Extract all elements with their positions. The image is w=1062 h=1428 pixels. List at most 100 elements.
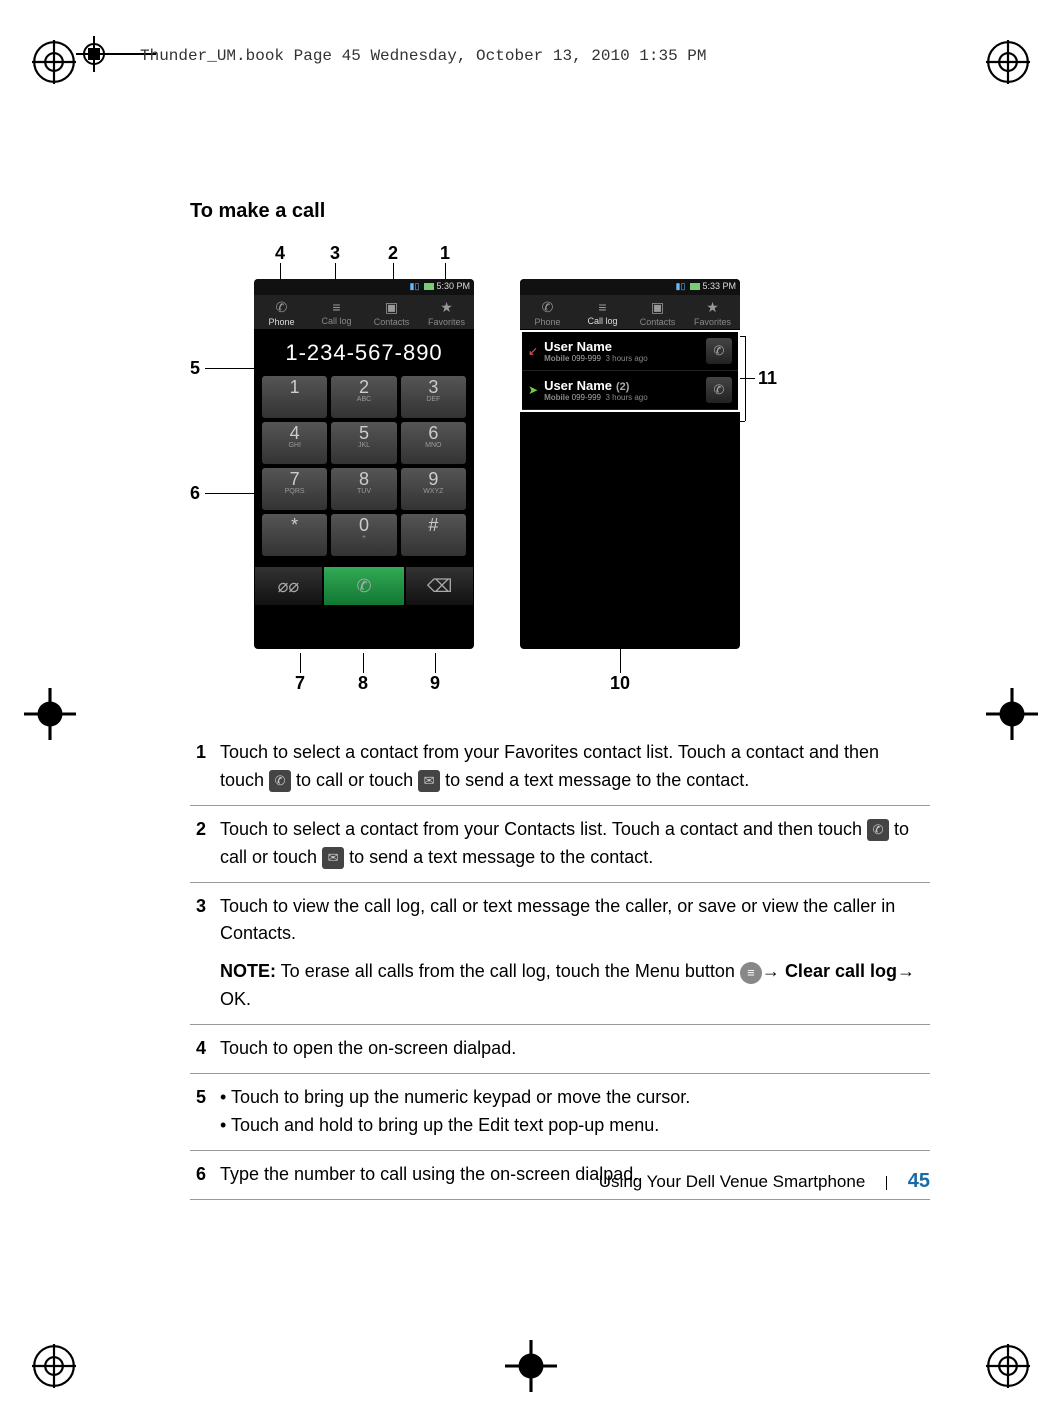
tab-label: Call log — [587, 316, 617, 326]
time-ago: 3 hours ago — [605, 354, 647, 363]
registration-mark — [32, 1344, 76, 1388]
step-number: 3 — [190, 882, 220, 1025]
footer-separator — [886, 1176, 887, 1190]
crop-mark — [24, 688, 76, 740]
star-icon: ★ — [685, 299, 740, 316]
tab-label: Favorites — [428, 317, 465, 327]
time-ago: 3 hours ago — [605, 393, 647, 402]
tab-favorites[interactable]: ★Favorites — [685, 295, 740, 329]
contact-name: User Name — [544, 378, 612, 393]
tab-phone[interactable]: ✆Phone — [520, 295, 575, 329]
callout-7: 7 — [295, 673, 305, 694]
tab-favorites[interactable]: ★Favorites — [419, 295, 474, 329]
call-count: (2) — [616, 381, 629, 393]
callout-8: 8 — [358, 673, 368, 694]
phone-icon: ✆ — [356, 576, 371, 597]
contacts-icon: ▣ — [630, 299, 685, 316]
callout-5: 5 — [190, 358, 200, 379]
backspace-button[interactable]: ⌫ — [405, 566, 474, 606]
phone-icon: ✆ — [254, 299, 309, 316]
list-icon: ≡ — [309, 299, 364, 315]
menu-button-icon: ≡ — [740, 962, 762, 984]
tab-contacts[interactable]: ▣Contacts — [364, 295, 419, 329]
step-text: Touch to select a contact from your Cont… — [220, 805, 930, 882]
voicemail-button[interactable]: ⌀⌀ — [254, 566, 323, 606]
step-number: 1 — [190, 729, 220, 805]
tab-contacts[interactable]: ▣Contacts — [630, 295, 685, 329]
message-icon: ✉ — [322, 847, 344, 869]
phone-icon: ✆ — [867, 819, 889, 841]
key-5[interactable]: 5JKL — [331, 422, 396, 464]
dialed-number[interactable]: 1-234-567-890 — [254, 330, 474, 376]
battery-icon — [690, 283, 700, 290]
note-label: NOTE: — [220, 961, 276, 981]
backspace-icon: ⌫ — [427, 576, 452, 597]
call-action-button[interactable]: ✆ — [706, 377, 732, 403]
tab-calllog[interactable]: ≡Call log — [575, 295, 630, 329]
key-2[interactable]: 2ABC — [331, 376, 396, 418]
number: 099-999 — [572, 354, 601, 363]
key-hash[interactable]: # — [401, 514, 466, 556]
tab-calllog[interactable]: ≡Call log — [309, 295, 364, 329]
tab-label: Phone — [534, 317, 560, 327]
step-number: 2 — [190, 805, 220, 882]
key-3[interactable]: 3DEF — [401, 376, 466, 418]
footer-text: Using Your Dell Venue Smartphone — [599, 1172, 866, 1191]
voicemail-icon: ⌀⌀ — [278, 576, 300, 597]
page-footer: Using Your Dell Venue Smartphone 45 — [190, 1170, 930, 1193]
callout-4: 4 — [275, 243, 285, 264]
dialpad-actions: ⌀⌀ ✆ ⌫ — [254, 566, 474, 606]
contacts-icon: ▣ — [364, 299, 419, 316]
signal-icon: ▮▯ — [410, 281, 420, 291]
callout-2: 2 — [388, 243, 398, 264]
table-row: 2 Touch to select a contact from your Co… — [190, 805, 930, 882]
callout-9: 9 — [430, 673, 440, 694]
table-row: 4 Touch to open the on-screen dialpad. — [190, 1025, 930, 1074]
step-text: Touch to bring up the numeric keypad or … — [220, 1074, 930, 1151]
battery-icon — [424, 283, 434, 290]
phone-icon: ✆ — [714, 343, 725, 359]
list-item: Touch to bring up the numeric keypad or … — [220, 1084, 922, 1112]
list-item: Touch and hold to bring up the Edit text… — [220, 1112, 922, 1140]
tab-label: Phone — [268, 317, 294, 327]
key-1[interactable]: 1 — [262, 376, 327, 418]
phone-icon: ✆ — [520, 299, 575, 316]
phone-dialpad-screenshot: ▮▯ 5:30 PM ✆Phone ≡Call log ▣Contacts ★F… — [254, 279, 474, 649]
status-time: 5:30 PM — [436, 281, 470, 291]
key-7[interactable]: 7PQRS — [262, 468, 327, 510]
registration-mark — [32, 40, 76, 84]
table-row: 5 Touch to bring up the numeric keypad o… — [190, 1074, 930, 1151]
calllog-row[interactable]: ➤ User Name(2) Mobile 099-999 3 hours ag… — [522, 371, 738, 410]
signal-icon: ▮▯ — [676, 281, 686, 291]
number-type: Mobile — [544, 354, 569, 363]
list-icon: ≡ — [575, 299, 630, 315]
registration-mark — [986, 1344, 1030, 1388]
callout-1: 1 — [440, 243, 450, 264]
tab-label: Contacts — [640, 317, 676, 327]
star-icon: ★ — [419, 299, 474, 316]
key-8[interactable]: 8TUV — [331, 468, 396, 510]
key-star[interactable]: * — [262, 514, 327, 556]
tab-phone[interactable]: ✆Phone — [254, 295, 309, 329]
call-button[interactable]: ✆ — [323, 566, 405, 606]
key-0[interactable]: 0+ — [331, 514, 396, 556]
phone-icon: ✆ — [269, 770, 291, 792]
call-action-button[interactable]: ✆ — [706, 338, 732, 364]
print-header: Thunder_UM.book Page 45 Wednesday, Octob… — [140, 47, 707, 65]
number: 099-999 — [572, 393, 601, 402]
outgoing-call-icon: ➤ — [528, 383, 538, 397]
crop-mark — [986, 688, 1038, 740]
key-6[interactable]: 6MNO — [401, 422, 466, 464]
table-row: 3 Touch to view the call log, call or te… — [190, 882, 930, 1025]
message-icon: ✉ — [418, 770, 440, 792]
dialpad: 1 2ABC 3DEF 4GHI 5JKL 6MNO 7PQRS 8TUV 9W… — [254, 376, 474, 556]
status-time: 5:33 PM — [702, 281, 736, 291]
callout-3: 3 — [330, 243, 340, 264]
callout-11: 11 — [758, 368, 777, 389]
key-9[interactable]: 9WXYZ — [401, 468, 466, 510]
phone-calllog-screenshot: ▮▯ 5:33 PM ✆Phone ≡Call log ▣Contacts ★F… — [520, 279, 740, 649]
step-text: Touch to select a contact from your Favo… — [220, 729, 930, 805]
key-4[interactable]: 4GHI — [262, 422, 327, 464]
tab-label: Contacts — [374, 317, 410, 327]
calllog-row[interactable]: ↙ User Name Mobile 099-999 3 hours ago ✆ — [522, 332, 738, 371]
